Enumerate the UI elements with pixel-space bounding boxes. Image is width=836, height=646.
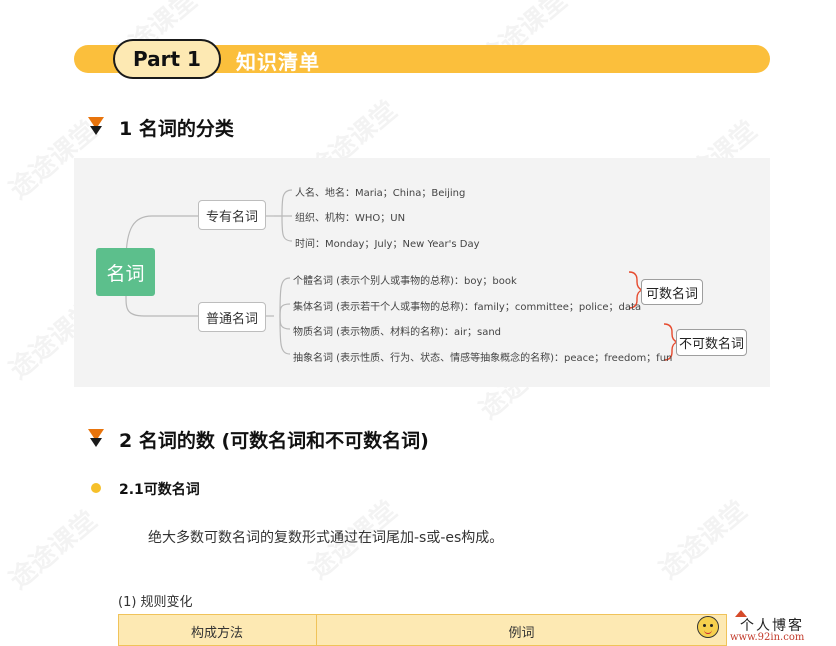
table-header-method: 构成方法 [190,626,243,641]
leaf-common-3: 物质名词 (表示物质、材料的名称)：air；sand [293,327,502,338]
rule-label: (1) 规则变化 [118,595,193,610]
table-header-example: 例词 [508,626,535,641]
blog-logo-icon [697,616,719,638]
watermark: 途途课堂 [0,501,103,596]
sub-heading-2-1: 2.1可数名词 [119,482,200,498]
leaf-common-4: 抽象名词 (表示性质、行为、状态、情感等抽象概念的名称)：peace；freed… [293,353,673,364]
leaf-common-1: 个體名词 (表示个别人或事物的总称)：boy；book [293,276,517,287]
part-label: Part 1 [113,39,221,79]
section-heading-2: 2 名词的数 (可数名词和不可数名词) [119,430,429,452]
branch-common-noun: 普通名词 [198,302,266,332]
watermark: 途途课堂 [650,491,753,586]
banner-title: 知识清单 [236,50,320,74]
leaf-proper-3: 时间：Monday；July；New Year's Day [295,239,480,250]
bullet-icon [91,483,101,493]
heading-triangle-icon [88,117,104,135]
uncountable-tag: 不可数名词 [676,329,747,356]
heading-triangle-icon [88,429,104,447]
leaf-common-2: 集体名词 (表示若干个人或事物的总称)：family；committee；pol… [293,302,642,313]
countable-tag: 可数名词 [641,279,703,305]
branch-proper-noun: 专有名词 [198,200,266,230]
footer-logo-url: www.92in.com [730,632,805,643]
mindmap-root-node: 名词 [96,248,155,296]
section-heading-1: 1 名词的分类 [119,118,234,140]
body-paragraph: 绝大多数可数名词的复数形式通过在词尾加-s或-es构成。 [148,530,504,546]
leaf-proper-1: 人名、地名：Maria；China；Beijing [295,188,466,199]
leaf-proper-2: 组织、机构：WHO；UN [295,213,406,224]
